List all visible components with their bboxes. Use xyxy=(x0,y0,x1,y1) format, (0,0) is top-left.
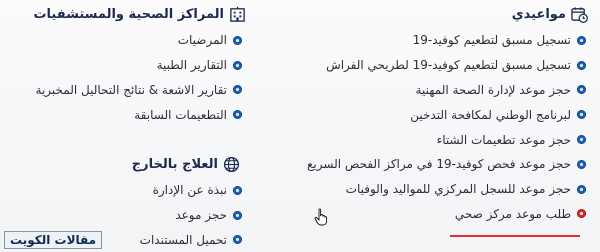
bullet-icon xyxy=(233,85,242,95)
list-item-anti-smoking[interactable]: لبرنامج الوطني لمكافحة التدخين xyxy=(307,102,586,127)
list-item-covid-preregistration[interactable]: تسجيل مسبق لتطعيم كوفيد-19 xyxy=(307,28,586,53)
list-item-label: تقارير الاشعة & نتائج التحاليل المخبرية xyxy=(35,82,227,97)
bullet-icon xyxy=(577,184,586,194)
list-item-label: تحميل المستندات xyxy=(139,232,227,247)
health-centers-list: المرضيات التقارير الطبية تقارير الاشعة &… xyxy=(36,28,242,127)
bullet-icon xyxy=(577,85,586,95)
bullet-icon xyxy=(233,35,242,45)
list-item-health-center-appointment[interactable]: طلب موعد مركز صحي xyxy=(307,202,586,227)
appointments-list: تسجيل مسبق لتطعيم كوفيد-19 تسجيل مسبق لت… xyxy=(307,28,586,226)
list-item-label: حجز موعد لإدارة الصحة المهنية xyxy=(415,82,571,97)
left-column: المراكز الصحية والمستشفيات المرضيات التق… xyxy=(8,0,246,252)
highlight-underline xyxy=(450,235,580,237)
list-item-label: نبذة عن الإدارة xyxy=(152,183,227,198)
bullet-icon xyxy=(577,135,586,145)
list-item-previous-vaccinations[interactable]: التطعيمات السابقة xyxy=(36,102,242,127)
list-item-label: حجز موعد فحص كوفيد-19 في مراكز الفحص الس… xyxy=(307,157,571,172)
treatment-abroad-header: العلاج بالخارج xyxy=(132,153,240,175)
bullet-icon xyxy=(577,159,586,169)
bullet-icon xyxy=(233,110,242,120)
appointments-header: مواعيدي xyxy=(512,3,588,25)
list-item-label: حجز موعد للسجل المركزي للمواليد والوفيات xyxy=(345,182,571,197)
list-item-label: التقارير الطبية xyxy=(156,58,227,73)
bullet-icon xyxy=(577,60,586,70)
list-item-label: حجز موعد xyxy=(175,208,227,223)
list-item-label: حجز موعد تطعيمات الشتاء xyxy=(436,132,571,147)
list-item-radiology-lab-results[interactable]: تقارير الاشعة & نتائج التحاليل المخبرية xyxy=(36,78,242,103)
appointments-title: مواعيدي xyxy=(511,6,566,22)
health-centers-header: المراكز الصحية والمستشفيات xyxy=(33,3,246,25)
bullet-icon xyxy=(577,209,586,219)
calendar-clock-icon xyxy=(571,6,588,23)
bullet-icon xyxy=(577,35,586,45)
bullet-icon xyxy=(233,210,242,220)
health-centers-title: المراكز الصحية والمستشفيات xyxy=(33,6,224,22)
list-item-covid-bedridden[interactable]: تسجيل مسبق لتطعيم كوفيد-19 لطريحي الفراش xyxy=(307,53,586,78)
list-item-label: تسجيل مسبق لتطعيم كوفيد-19 لطريحي الفراش xyxy=(326,58,571,73)
list-item-occupational-health[interactable]: حجز موعد لإدارة الصحة المهنية xyxy=(307,78,586,103)
globe-icon xyxy=(223,156,240,172)
list-item-label: لبرنامج الوطني لمكافحة التدخين xyxy=(410,107,571,122)
list-item-sick-leaves[interactable]: المرضيات xyxy=(36,28,242,53)
list-item-label: التطعيمات السابقة xyxy=(134,107,227,122)
site-watermark: مقالات الكويت xyxy=(4,231,103,249)
list-item-births-deaths-registry[interactable]: حجز موعد للسجل المركزي للمواليد والوفيات xyxy=(307,177,586,202)
hand-cursor-icon xyxy=(314,208,328,226)
list-item-book-appointment[interactable]: حجز موعد xyxy=(140,203,242,228)
list-item-label: طلب موعد مركز صحي xyxy=(454,206,571,221)
list-item-medical-reports[interactable]: التقارير الطبية xyxy=(36,53,242,78)
list-item-label: المرضيات xyxy=(177,33,227,48)
hospital-building-icon xyxy=(230,6,245,22)
list-item-winter-vaccines[interactable]: حجز موعد تطعيمات الشتاء xyxy=(307,127,586,152)
bullet-icon xyxy=(577,110,586,120)
list-item-label: تسجيل مسبق لتطعيم كوفيد-19 xyxy=(412,33,571,48)
list-item-about-department[interactable]: نبذة عن الإدارة xyxy=(140,178,242,203)
treatment-abroad-list: نبذة عن الإدارة حجز موعد تحميل المستندات xyxy=(140,178,242,252)
list-item-covid-test[interactable]: حجز موعد فحص كوفيد-19 في مراكز الفحص الس… xyxy=(307,152,586,177)
treatment-abroad-title: العلاج بالخارج xyxy=(131,156,218,172)
bullet-icon xyxy=(233,235,242,245)
bullet-icon xyxy=(233,60,242,70)
bullet-icon xyxy=(233,185,242,195)
list-item-upload-documents[interactable]: تحميل المستندات xyxy=(140,228,242,252)
